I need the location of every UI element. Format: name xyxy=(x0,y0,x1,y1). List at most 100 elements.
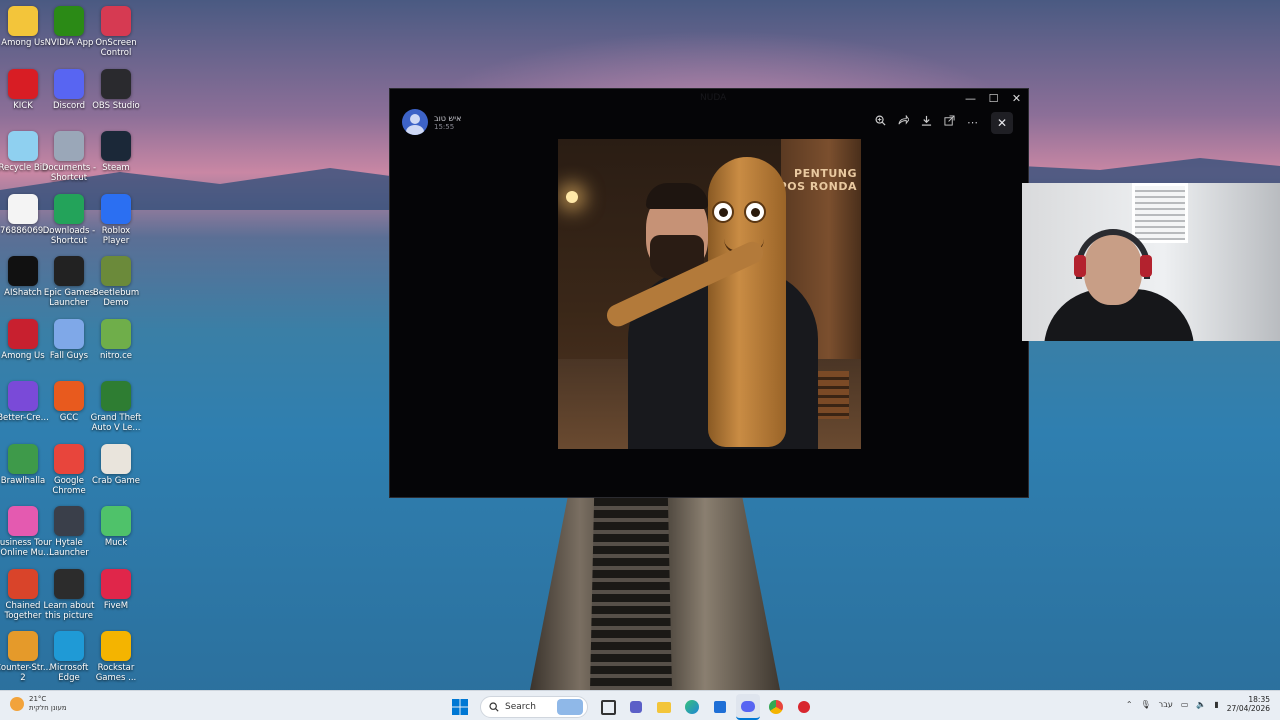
fall-guys-icon xyxy=(54,318,84,349)
start-button[interactable] xyxy=(448,695,472,719)
chrome-icon xyxy=(54,443,84,474)
discord-icon xyxy=(54,68,84,99)
image-puppet-eye-right xyxy=(744,201,766,223)
edge-icon xyxy=(54,631,84,661)
desktop-icon[interactable]: OBS Studio xyxy=(86,68,146,111)
desktop-icon[interactable]: Grand Theft Auto V Le... xyxy=(86,381,146,433)
taskbar-search[interactable]: Search xyxy=(480,696,588,718)
avatar[interactable] xyxy=(402,109,428,135)
more-icon[interactable]: ⋯ xyxy=(962,113,983,133)
system-tray: ⌃ 🎙 עבר ▭ 🔈 ▮ 18:35 27/04/2026 xyxy=(1126,695,1270,713)
desktop-icon[interactable]: FiveM xyxy=(86,568,146,611)
image-sign-text: PENTUNG POS RONDA xyxy=(778,167,857,193)
search-icon xyxy=(489,702,499,712)
image-viewer-window[interactable]: NUDA — ☐ ✕ איש טוב 15:55 ⋯ ✕ PENTUNG POS… xyxy=(389,88,1029,498)
desktop-icon-label: Crab Game xyxy=(91,475,141,486)
desktop-icon[interactable]: Steam xyxy=(86,131,146,173)
taskbar-apps: Search xyxy=(448,694,816,720)
nvidia-icon xyxy=(54,6,84,36)
documents-icon xyxy=(54,131,84,161)
image-puppet-eye-left xyxy=(712,201,734,223)
download-icon[interactable] xyxy=(916,113,937,133)
recycle-bin-icon xyxy=(8,131,38,161)
beetlebum-icon xyxy=(101,256,131,286)
desktop-icon-label: OBS Studio xyxy=(92,100,140,111)
clock-time: 18:35 xyxy=(1248,695,1270,704)
epic-games-icon xyxy=(54,256,84,286)
weather-temp: 21°C xyxy=(29,695,47,703)
desktop-icon-label: nitro.ce xyxy=(99,350,133,361)
sender-time: 15:55 xyxy=(434,122,455,131)
store-icon[interactable] xyxy=(708,695,732,719)
rockstar-icon xyxy=(101,631,131,661)
window-close-button[interactable]: ✕ xyxy=(1005,89,1028,109)
image-street-lamp xyxy=(566,191,578,203)
app-taskbar-icon[interactable] xyxy=(792,695,816,719)
desktop-icon-label: Steam xyxy=(102,163,130,173)
webcam-overlay xyxy=(1022,183,1280,341)
sender-info: איש טוב 15:55 xyxy=(402,109,461,135)
task-view-icon[interactable] xyxy=(596,695,620,719)
desktop-icon[interactable]: Roblox Player xyxy=(86,193,146,246)
chevron-up-icon[interactable]: ⌃ xyxy=(1126,700,1133,709)
file-explorer-icon[interactable] xyxy=(652,695,676,719)
maximize-button[interactable]: ☐ xyxy=(982,89,1005,109)
viewer-close-button[interactable]: ✕ xyxy=(991,112,1013,134)
microphone-icon[interactable]: 🎙 xyxy=(1141,700,1151,709)
shared-image[interactable]: PENTUNG POS RONDA xyxy=(558,139,861,449)
desktop-icon[interactable]: nitro.ce xyxy=(86,318,146,361)
downloads-icon xyxy=(54,193,84,224)
crab-game-icon xyxy=(101,443,131,474)
onscreen-control-icon xyxy=(101,6,131,36)
obs-icon xyxy=(101,68,131,99)
clock-date: 27/04/2026 xyxy=(1226,704,1270,713)
window-controls: — ☐ ✕ xyxy=(959,89,1028,109)
fivem-icon xyxy=(101,568,131,599)
desktop-icon-label: Grand Theft Auto V Le... xyxy=(90,413,142,433)
headset-ear-right xyxy=(1140,255,1152,277)
viewer-toolbar: ⋯ ✕ xyxy=(870,112,1013,134)
chained-together-icon xyxy=(8,568,38,599)
gta-icon xyxy=(101,381,131,411)
teams-icon[interactable] xyxy=(624,695,648,719)
image-man-hair xyxy=(646,183,708,209)
sender-name: איש טוב xyxy=(434,113,462,123)
desktop-icon[interactable]: Muck xyxy=(86,506,146,548)
taskbar: 21°C מעונן חלקית Search ⌃ 🎙 עבר ▭ 🔈 ▮ 18… xyxy=(0,690,1280,720)
learn-picture-icon xyxy=(54,568,84,599)
desktop-icon[interactable]: OnScreen Control xyxy=(86,6,146,58)
language-indicator[interactable]: עבר xyxy=(1159,700,1173,709)
counter-strike-icon xyxy=(8,631,38,661)
window-title: NUDA xyxy=(700,93,727,103)
among-us-icon xyxy=(8,318,38,349)
folder-icon xyxy=(8,6,38,36)
muck-icon xyxy=(101,506,131,536)
desktop-icon[interactable]: Crab Game xyxy=(86,443,146,486)
desktop-icon-label: Roblox Player xyxy=(101,225,131,246)
monitor-icon[interactable]: ▭ xyxy=(1181,700,1189,709)
volume-icon[interactable]: 🔈 xyxy=(1196,700,1206,709)
brawlhalla-icon xyxy=(8,443,38,474)
clock[interactable]: 18:35 27/04/2026 xyxy=(1227,695,1270,713)
desktop-icon[interactable]: Rockstar Games ... xyxy=(86,631,146,683)
forward-icon[interactable] xyxy=(893,113,914,133)
weather-icon xyxy=(10,697,24,711)
discord-taskbar-icon[interactable] xyxy=(736,694,760,720)
roblox-icon xyxy=(101,193,131,224)
weather-desc: מעונן חלקית xyxy=(29,704,67,712)
zoom-in-icon[interactable] xyxy=(870,113,891,133)
steam-icon xyxy=(101,131,131,161)
business-tour-icon xyxy=(8,506,38,536)
kick-icon xyxy=(8,68,38,99)
desktop-icon-label: Muck xyxy=(104,538,128,548)
minimize-button[interactable]: — xyxy=(959,89,982,109)
search-highlight-icon xyxy=(557,699,583,715)
edge-taskbar-icon[interactable] xyxy=(680,695,704,719)
chrome-taskbar-icon[interactable] xyxy=(764,695,788,719)
headset-ear-left xyxy=(1074,255,1086,277)
desktop-icon[interactable]: Beetlebum Demo xyxy=(86,256,146,308)
battery-icon[interactable]: ▮ xyxy=(1214,700,1218,709)
open-external-icon[interactable] xyxy=(939,113,960,133)
better-crew-icon xyxy=(8,381,38,411)
weather-widget[interactable]: 21°C מעונן חלקית xyxy=(10,695,67,713)
